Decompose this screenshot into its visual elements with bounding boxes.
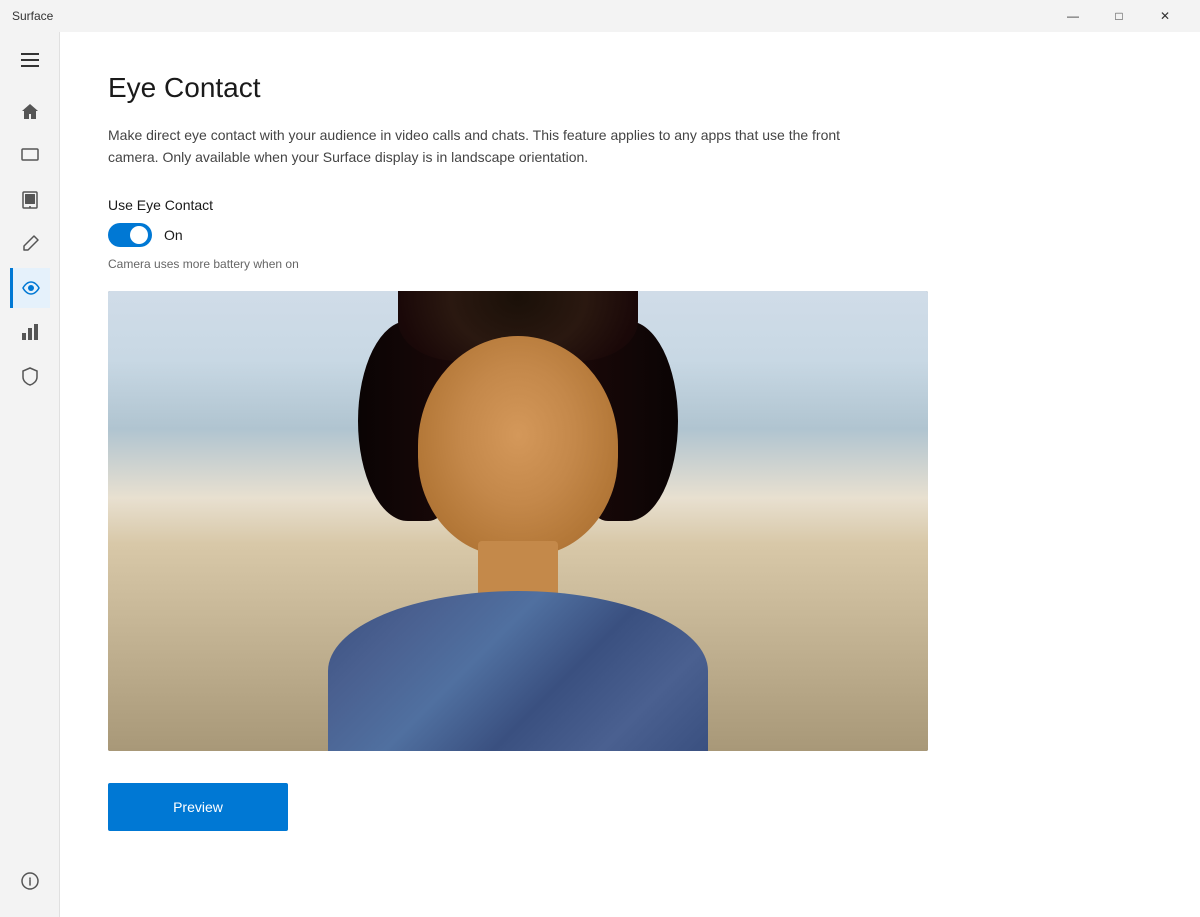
main-content: Eye Contact Make direct eye contact with… [60, 32, 1200, 917]
stats-icon [20, 322, 40, 342]
sidebar-item-stats[interactable] [10, 312, 50, 352]
info-button[interactable] [10, 861, 50, 901]
device-icon [20, 190, 40, 210]
description-text: Make direct eye contact with your audien… [108, 124, 858, 169]
hamburger-line-1 [21, 53, 39, 55]
close-button[interactable]: ✕ [1142, 0, 1188, 32]
window-controls: — □ ✕ [1050, 0, 1188, 32]
hamburger-button[interactable] [10, 40, 50, 80]
person-face [418, 336, 618, 556]
sidebar [0, 32, 60, 917]
sidebar-item-security[interactable] [10, 356, 50, 396]
sidebar-item-display[interactable] [10, 136, 50, 176]
eye-icon [21, 278, 41, 298]
maximize-button[interactable]: □ [1096, 0, 1142, 32]
hamburger-line-2 [21, 59, 39, 61]
minimize-button[interactable]: — [1050, 0, 1096, 32]
sidebar-item-device[interactable] [10, 180, 50, 220]
preview-button[interactable]: Preview [108, 783, 288, 831]
sidebar-item-pen[interactable] [10, 224, 50, 264]
toggle-track [108, 223, 152, 247]
app-title: Surface [12, 9, 53, 23]
camera-preview [108, 291, 928, 751]
toggle-thumb [130, 226, 148, 244]
pen-icon [20, 234, 40, 254]
shield-icon [20, 366, 40, 386]
page-title: Eye Contact [108, 72, 1152, 104]
title-bar: Surface — □ ✕ [0, 0, 1200, 32]
display-icon [20, 146, 40, 166]
person-shirt [328, 591, 708, 751]
setting-label: Use Eye Contact [108, 197, 1152, 213]
sidebar-item-eye-contact[interactable] [10, 268, 50, 308]
info-icon [20, 871, 40, 891]
battery-note: Camera uses more battery when on [108, 257, 1152, 271]
sidebar-bottom [10, 861, 50, 905]
eye-contact-toggle[interactable] [108, 223, 152, 247]
app-container: Eye Contact Make direct eye contact with… [0, 32, 1200, 917]
hamburger-line-3 [21, 65, 39, 67]
toggle-row: On [108, 223, 1152, 247]
home-icon [20, 102, 40, 122]
sidebar-item-home[interactable] [10, 92, 50, 132]
toggle-state-label: On [164, 227, 183, 243]
